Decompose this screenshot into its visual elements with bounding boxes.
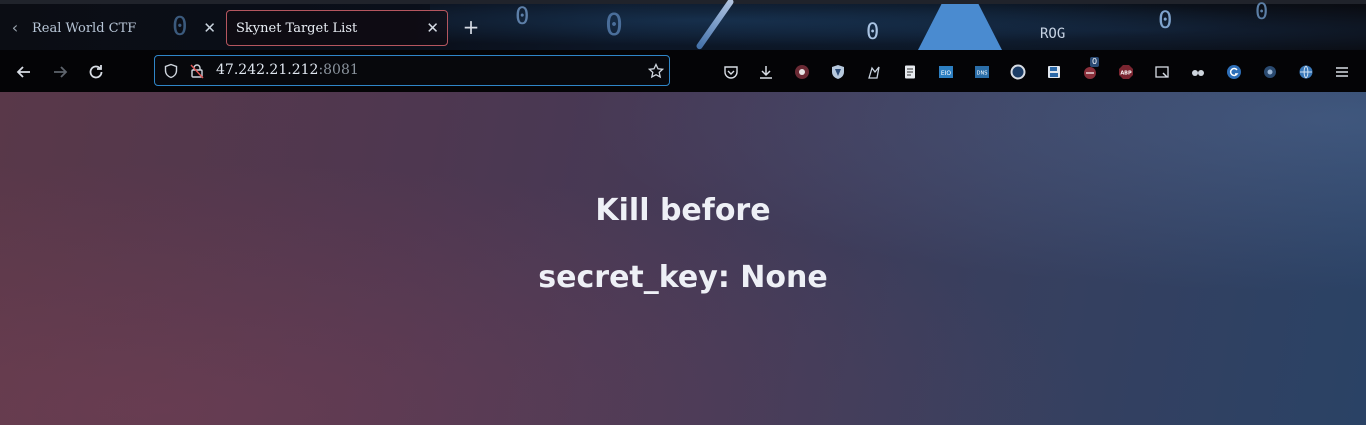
back-button[interactable] [14,62,34,82]
reload-icon [89,65,103,79]
tab-strip: 0 0 0 0 ROG 0 0 ‹ Real World CTF ✕ Skyne… [0,0,1366,50]
pocket-icon[interactable] [723,64,739,80]
cookie-editor-icon[interactable]: EIO [938,64,954,80]
svg-text:DNS: DNS [977,71,988,77]
new-tab-button[interactable]: + [460,15,482,39]
tab-scroll-left-button[interactable]: ‹ [6,16,24,40]
window-top-edge [0,0,1366,4]
theme-decoration: 0 [1158,6,1173,34]
dns-extension-icon[interactable]: DNS [974,64,990,80]
menu-icon[interactable] [1334,64,1350,80]
extension-icon[interactable] [794,64,810,80]
theme-decoration: 0 [515,2,530,30]
url-host: 47.242.21.212 [216,62,319,78]
save-extension-icon[interactable] [1046,64,1062,80]
url-text: 47.242.21.212:8081 [216,62,359,78]
download-icon[interactable] [758,64,774,80]
theme-decoration: 0 [866,20,880,45]
robot-extension-icon[interactable] [866,64,882,80]
tracking-protection-shield-icon[interactable] [163,63,179,79]
tab-title: Real World CTF [32,21,137,36]
circle-extension-icon[interactable] [1010,64,1026,80]
tab-real-world-ctf[interactable]: Real World CTF ✕ [24,10,222,46]
svg-text:EIO: EIO [941,70,952,77]
theme-decoration: 0 [1255,0,1269,25]
address-bar[interactable]: 47.242.21.212:8081 [154,55,670,86]
shield-extension-icon[interactable] [830,64,846,80]
reload-button[interactable] [86,62,106,82]
extension-badge: 0 [1090,57,1100,67]
glasses-icon[interactable] [1190,64,1206,80]
forward-button[interactable] [50,62,70,82]
tab-title: Skynet Target List [236,21,358,36]
settings-extension-icon[interactable] [1262,64,1278,80]
screenshot-icon[interactable] [1154,64,1170,80]
close-icon[interactable]: ✕ [203,20,216,36]
insecure-lock-icon[interactable] [189,63,205,79]
svg-text:ABP: ABP [1120,70,1132,76]
close-icon[interactable]: ✕ [426,20,439,36]
theme-decoration [695,0,735,50]
url-port: :8081 [318,62,359,78]
forward-arrow-icon [54,66,68,78]
back-arrow-icon [16,66,30,78]
bookmark-star-icon[interactable] [647,62,665,79]
page-content: Kill before secret_key: None [0,92,1366,425]
tab-skynet-target-list[interactable]: Skynet Target List ✕ [226,10,448,46]
navigation-toolbar: 47.242.21.212:8081 EIO DNS 0 ABP [0,50,1366,92]
adblock-plus-icon[interactable]: ABP [1118,64,1134,80]
grammarly-icon[interactable] [1226,64,1242,80]
theme-decoration: 0 [605,8,624,43]
theme-decoration: ROG [1040,26,1066,42]
page-heading: Kill before [595,193,771,228]
reader-extension-icon[interactable] [902,64,918,80]
theme-decoration [918,4,1002,50]
secret-key-heading: secret_key: None [538,260,828,295]
globe-extension-icon[interactable] [1298,64,1314,80]
